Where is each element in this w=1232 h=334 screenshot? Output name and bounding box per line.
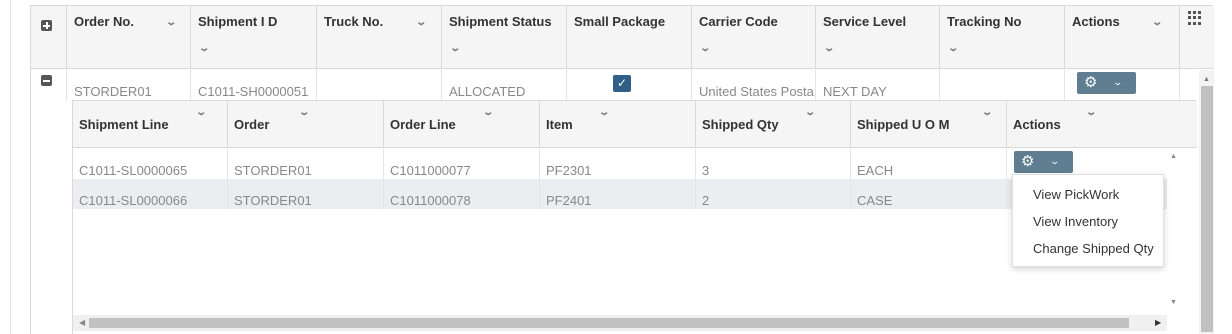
chevron-down-icon[interactable]: ⌄	[981, 107, 993, 118]
cell-service-level: NEXT DAY	[816, 70, 940, 101]
scroll-down-icon[interactable]: ▼	[1170, 299, 1177, 306]
col-header-shipment-line[interactable]: Shipment Line ⌄	[73, 101, 228, 147]
cell-truck-no	[317, 70, 442, 101]
col-header-actions[interactable]: Actions ⌄	[1065, 6, 1180, 69]
shipment-actions-button[interactable]: ⚙ ⌄	[1077, 72, 1136, 94]
col-label: Truck No.	[324, 14, 384, 29]
cell-shipment-line: C1011-SL0000065	[73, 149, 228, 179]
line-actions-menu: View PickWork View Inventory Change Ship…	[1012, 174, 1164, 267]
col-header-truck-no[interactable]: Truck No. ⌄	[317, 6, 442, 69]
col-header-shipped-qty[interactable]: Shipped Qty ⌄	[696, 101, 851, 147]
chevron-down-icon[interactable]: ⌄	[699, 43, 711, 54]
small-package-checkbox[interactable]: ✓	[613, 75, 631, 92]
scroll-up-icon[interactable]: ▲	[1203, 76, 1210, 83]
col-header-line-actions[interactable]: Actions ⌄	[1007, 101, 1197, 147]
col-header-order-no[interactable]: Order No. ⌄	[67, 6, 191, 69]
cell-tracking-no	[940, 70, 1065, 101]
cell-shipped-qty: 3	[696, 149, 851, 179]
chevron-down-icon[interactable]: ⌄	[598, 107, 610, 118]
cell-order-line: C1011000077	[384, 149, 540, 179]
cell-shipped-qty: 2	[696, 179, 851, 209]
col-label: Shipment Line	[79, 117, 169, 132]
col-label: Shipped U O M	[857, 117, 950, 132]
col-header-item[interactable]: Item ⌄	[540, 101, 696, 147]
col-header-service-level[interactable]: Service Level ⌄	[816, 6, 940, 69]
col-header-shipped-uom[interactable]: Shipped U O M ⌄	[851, 101, 1007, 147]
menu-item-view-inventory[interactable]: View Inventory	[1033, 214, 1118, 229]
chevron-down-icon[interactable]: ⌄	[198, 43, 210, 54]
chevron-down-icon[interactable]: ⌄	[165, 17, 177, 28]
col-header-small-package[interactable]: Small Package	[567, 6, 692, 69]
col-label: Carrier Code	[699, 14, 778, 29]
col-header-shipment-status[interactable]: Shipment Status ⌄	[442, 6, 567, 69]
cell-order-no: STORDER01	[67, 70, 191, 101]
col-header-shipment-id[interactable]: Shipment I D ⌄	[191, 6, 317, 69]
cell-order: STORDER01	[228, 149, 384, 179]
shipment-row[interactable]: STORDER01 C1011-SH0000051 ALLOCATED ✓ Un…	[31, 70, 1214, 101]
cell-shipped-uom: EACH	[851, 149, 1007, 179]
cell-order: STORDER01	[228, 179, 384, 209]
col-label: Shipped Qty	[702, 117, 779, 132]
col-label: Order Line	[390, 117, 456, 132]
line-actions-button[interactable]: ⚙ ⌄	[1014, 151, 1073, 173]
table-row[interactable]: C1011-SL0000066 STORDER01 C1011000078 PF…	[73, 179, 1167, 209]
col-header-order[interactable]: Order ⌄	[228, 101, 384, 147]
chevron-down-icon[interactable]: ⌄	[823, 43, 835, 54]
cell-shipment-status: ALLOCATED	[442, 70, 567, 101]
chevron-down-icon[interactable]: ⌄	[449, 43, 461, 54]
col-header-tracking-no[interactable]: Tracking No ⌄	[940, 6, 1065, 69]
col-label: Item	[546, 117, 573, 132]
scrollbar-thumb[interactable]	[89, 318, 1129, 328]
cell-shipped-uom: CASE	[851, 179, 1007, 209]
shipment-lines-horizontal-scrollbar[interactable]: ◀ ▶	[73, 315, 1167, 331]
col-label: Tracking No	[947, 14, 1022, 29]
chevron-down-icon[interactable]: ⌄	[482, 107, 494, 118]
col-label: Actions	[1013, 117, 1061, 132]
col-label: Service Level	[823, 14, 907, 29]
page-divider	[10, 0, 11, 334]
col-label: Shipment Status	[449, 14, 552, 29]
menu-item-view-pickwork[interactable]: View PickWork	[1033, 187, 1119, 202]
column-chooser-icon[interactable]	[1188, 11, 1202, 25]
shipment-grid-header: Order No. ⌄ Shipment I D ⌄ Truck No. ⌄ S…	[31, 6, 1214, 69]
shipment-grid-vertical-scrollbar[interactable]: ▲	[1199, 70, 1214, 334]
chevron-down-icon[interactable]: ⌄	[298, 107, 310, 118]
col-label: Small Package	[574, 14, 666, 29]
chevron-down-icon: ⌄	[1049, 156, 1061, 166]
shipment-lines-header: Shipment Line ⌄ Order ⌄ Order Line ⌄ Ite…	[73, 101, 1197, 148]
cell-order-line: C1011000078	[384, 179, 540, 209]
expand-all-cell	[31, 6, 67, 69]
col-label: Order No.	[74, 14, 134, 29]
collapse-row-icon[interactable]	[41, 75, 52, 86]
gear-icon: ⚙	[1084, 74, 1098, 91]
col-label: Shipment I D	[198, 14, 278, 29]
cell-item: PF2301	[540, 149, 696, 179]
chevron-down-icon[interactable]: ⌄	[1085, 107, 1097, 118]
scroll-up-icon[interactable]: ▲	[1170, 153, 1177, 160]
scroll-right-icon[interactable]: ▶	[1155, 318, 1161, 327]
cell-carrier-code: United States Posta	[692, 70, 816, 101]
shipment-lines-vertical-scrollbar[interactable]: ▲ ▼	[1167, 149, 1182, 314]
gear-icon: ⚙	[1021, 153, 1035, 170]
col-label: Actions	[1072, 14, 1120, 29]
chevron-down-icon: ⌄	[1112, 77, 1124, 87]
collapse-cell	[31, 70, 67, 101]
col-header-order-line[interactable]: Order Line ⌄	[384, 101, 540, 147]
chevron-down-icon[interactable]: ⌄	[195, 107, 207, 118]
cell-shipment-line: C1011-SL0000066	[73, 179, 228, 209]
cell-item: PF2401	[540, 179, 696, 209]
table-row[interactable]: C1011-SL0000065 STORDER01 C1011000077 PF…	[73, 149, 1167, 179]
scroll-left-icon[interactable]: ◀	[79, 318, 85, 327]
col-label: Order	[234, 117, 270, 132]
cell-shipment-id: C1011-SH0000051	[191, 70, 317, 101]
chevron-down-icon[interactable]: ⌄	[947, 43, 959, 54]
scrollbar-thumb[interactable]	[1201, 86, 1213, 332]
menu-item-change-shipped-qty[interactable]: Change Shipped Qty	[1033, 241, 1154, 256]
chevron-down-icon[interactable]: ⌄	[415, 17, 427, 28]
chevron-down-icon[interactable]: ⌄	[804, 107, 816, 118]
col-header-carrier-code[interactable]: Carrier Code ⌄	[692, 6, 816, 69]
expand-all-icon[interactable]	[41, 20, 52, 31]
chevron-down-icon[interactable]: ⌄	[1151, 17, 1163, 28]
